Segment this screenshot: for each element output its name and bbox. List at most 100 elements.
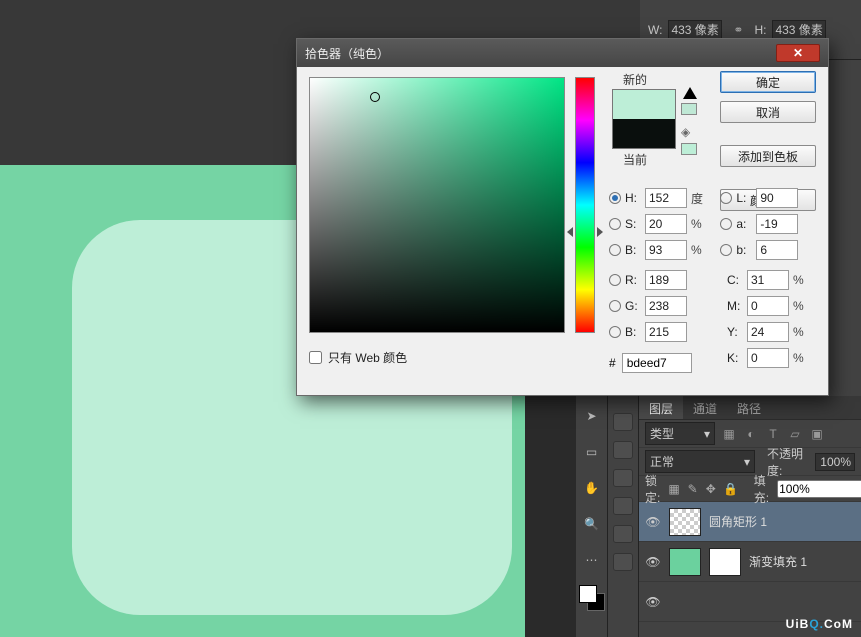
lock-position-icon[interactable]: ✥ [706, 482, 716, 496]
radio-g[interactable] [609, 300, 621, 312]
fill-label: 填充: [754, 472, 769, 506]
opacity-label: 不透明度: [767, 445, 809, 479]
lock-all-icon[interactable]: 🔒 [724, 482, 738, 496]
zoom-tool-icon[interactable]: 🔍 [581, 513, 603, 535]
layer-name: 渐变填充 1 [749, 553, 807, 570]
hue-slider[interactable] [575, 77, 595, 333]
fill-input[interactable] [777, 480, 861, 498]
close-icon: ✕ [793, 46, 803, 60]
r-input[interactable] [645, 270, 687, 290]
hex-input[interactable] [622, 353, 692, 373]
close-button[interactable]: ✕ [776, 44, 820, 62]
hex-prefix: # [609, 356, 616, 370]
tab-layers[interactable]: 图层 [639, 396, 683, 419]
tools-strip: ➤ ▭ ✋ 🔍 ⋯ [576, 395, 608, 637]
filter-kind-select[interactable]: 类型▾ [645, 422, 715, 445]
height-input[interactable] [772, 20, 826, 40]
edit-toolbar-icon[interactable]: ⋯ [581, 549, 603, 571]
filter-adjust-icon[interactable]: ◐ [743, 426, 759, 442]
web-only-checkbox[interactable] [309, 351, 322, 364]
layer-row-selected[interactable]: 👁 圆角矩形 1 [639, 502, 861, 542]
tab-paths[interactable]: 路径 [727, 396, 771, 419]
foreground-background-swatch[interactable] [579, 585, 605, 611]
l-input[interactable] [756, 188, 798, 208]
cmyk-fields: C:% M:% Y:% K:% [727, 267, 823, 371]
collapsed-panel-icon[interactable] [613, 497, 633, 515]
hsb-lab-fields: H:度 S:% B:% L: a: b: [609, 185, 817, 263]
collapsed-panel-icon[interactable] [613, 553, 633, 571]
b-hsb-input[interactable] [645, 240, 687, 260]
filter-shape-icon[interactable]: ▱ [787, 426, 803, 442]
cancel-button[interactable]: 取消 [720, 101, 816, 123]
gamut-warning-icon[interactable] [683, 87, 697, 99]
blend-mode-select[interactable]: 正常▾ [645, 450, 755, 473]
rgb-b-input[interactable] [645, 322, 687, 342]
websafe-swatch[interactable] [681, 143, 697, 155]
current-color-label: 当前 [623, 151, 647, 168]
dialog-titlebar[interactable]: 拾色器（纯色） ✕ [297, 39, 828, 67]
hand-tool-icon[interactable]: ✋ [581, 477, 603, 499]
saturation-value-field[interactable] [309, 77, 565, 333]
link-wh-icon[interactable]: ⚭ [728, 23, 748, 37]
layer-filter-row: 类型▾ ▦ ◐ T ▱ ▣ [639, 420, 861, 448]
visibility-eye-icon[interactable]: 👁 [645, 514, 661, 530]
web-only-label: 只有 Web 颜色 [328, 349, 407, 366]
panel-tabs: 图层 通道 路径 [639, 396, 861, 420]
filter-smart-icon[interactable]: ▣ [809, 426, 825, 442]
layer-mask-thumb[interactable] [709, 548, 741, 576]
current-color-swatch[interactable] [613, 119, 675, 148]
a-input[interactable] [756, 214, 798, 234]
filter-type-icon[interactable]: T [765, 426, 781, 442]
sv-cursor-icon [370, 92, 380, 102]
dialog-title: 拾色器（纯色） [305, 45, 776, 62]
pointer-icon[interactable]: ➤ [581, 405, 603, 427]
s-input[interactable] [645, 214, 687, 234]
websafe-cube-icon[interactable]: ◈ [681, 125, 695, 139]
lock-label: 锁定: [645, 472, 660, 506]
collapsed-panel-icon[interactable] [613, 525, 633, 543]
filter-pixel-icon[interactable]: ▦ [721, 426, 737, 442]
collapsed-panel-icon[interactable] [613, 469, 633, 487]
radio-lab-b[interactable] [720, 244, 732, 256]
radio-rgb-b[interactable] [609, 326, 621, 338]
ok-button[interactable]: 确定 [720, 71, 816, 93]
h-input[interactable] [645, 188, 687, 208]
lab-b-input[interactable] [756, 240, 798, 260]
lock-pixels-icon[interactable]: ✎ [688, 482, 698, 496]
gamut-warning-swatch[interactable] [681, 103, 697, 115]
lock-fill-row: 锁定: ▦ ✎ ✥ 🔒 填充: [639, 476, 861, 502]
lock-transparent-icon[interactable]: ▦ [668, 482, 679, 496]
radio-s[interactable] [609, 218, 621, 230]
visibility-eye-icon[interactable]: 👁 [645, 554, 661, 570]
c-input[interactable] [747, 270, 789, 290]
color-picker-dialog: 拾色器（纯色） ✕ 新的 当前 ◈ 确定 取消 添加到色板 颜色库 H:度 [296, 38, 829, 396]
tab-channels[interactable]: 通道 [683, 396, 727, 419]
y-input[interactable] [747, 322, 789, 342]
radio-b[interactable] [609, 244, 621, 256]
m-input[interactable] [747, 296, 789, 316]
layer-thumb[interactable] [669, 548, 701, 576]
add-to-swatches-button[interactable]: 添加到色板 [720, 145, 816, 167]
color-preview [612, 89, 676, 149]
k-input[interactable] [747, 348, 789, 368]
opacity-input[interactable] [815, 453, 855, 471]
collapsed-panel-icon[interactable] [613, 441, 633, 459]
layer-row[interactable]: 👁 渐变填充 1 [639, 542, 861, 582]
watermark: UiBQ.CoM [786, 615, 853, 633]
radio-a[interactable] [720, 218, 732, 230]
radio-r[interactable] [609, 274, 621, 286]
foreground-color-swatch[interactable] [579, 585, 597, 603]
radio-l[interactable] [720, 192, 732, 204]
rect-tool-icon[interactable]: ▭ [581, 441, 603, 463]
new-color-label: 新的 [623, 71, 647, 88]
collapsed-panel-icon[interactable] [613, 413, 633, 431]
web-only-row: 只有 Web 颜色 [309, 349, 407, 366]
layer-thumb[interactable] [669, 508, 701, 536]
radio-h[interactable] [609, 192, 621, 204]
new-color-swatch [613, 90, 675, 119]
visibility-eye-icon[interactable]: 👁 [645, 594, 661, 610]
width-label: W: [648, 23, 662, 37]
blend-opacity-row: 正常▾ 不透明度: [639, 448, 861, 476]
width-input[interactable] [668, 20, 722, 40]
g-input[interactable] [645, 296, 687, 316]
